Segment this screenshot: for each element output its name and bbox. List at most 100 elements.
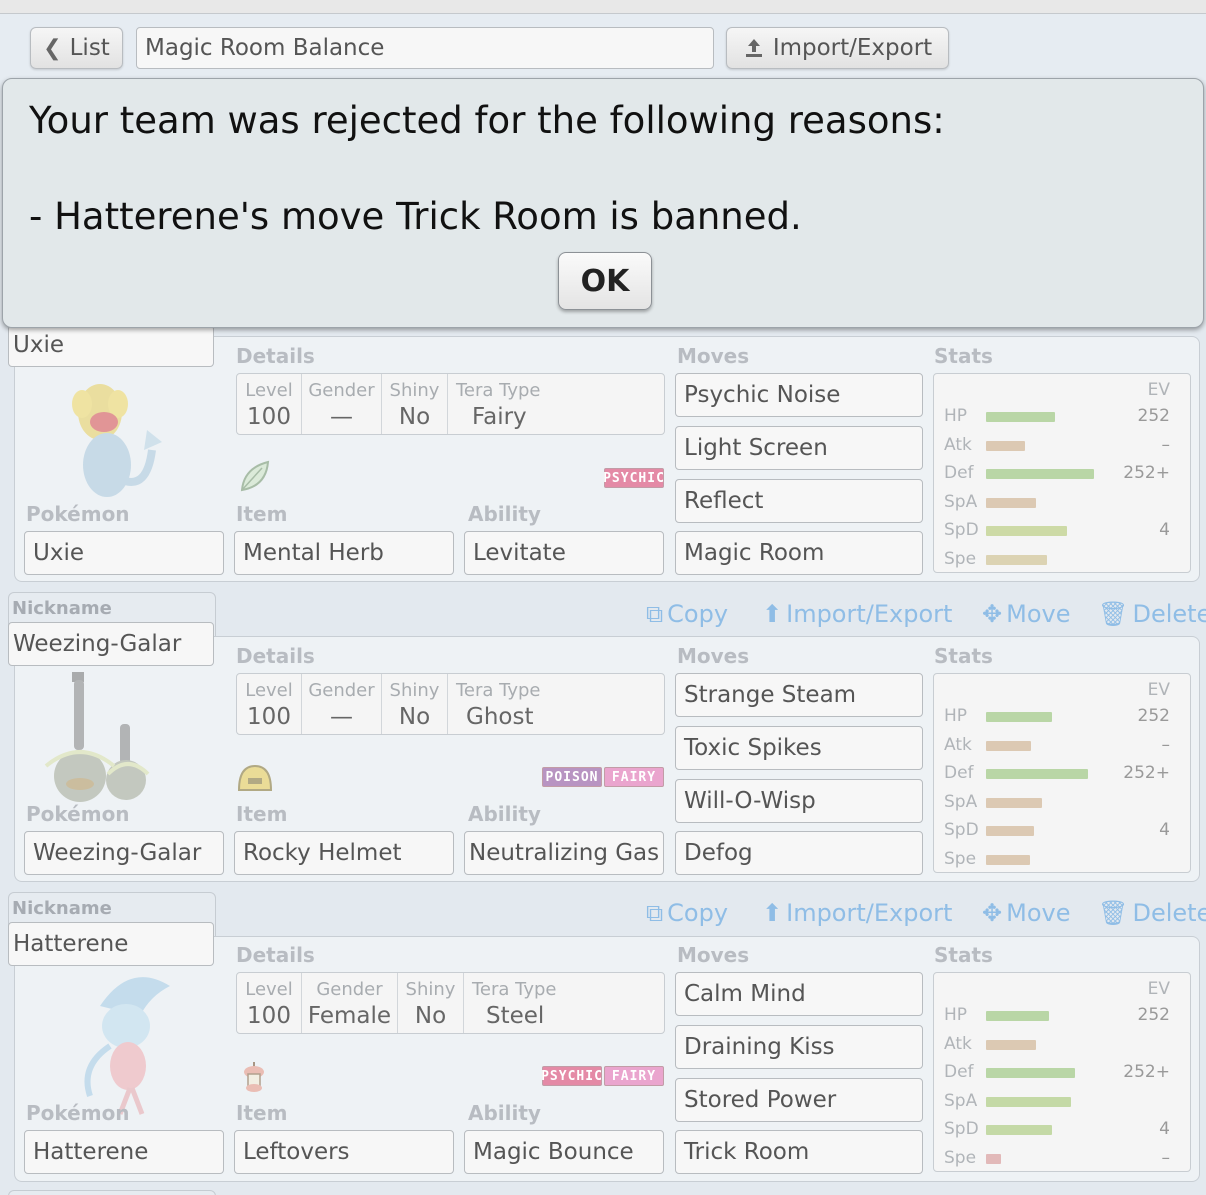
upload-icon: ⬆ <box>762 600 783 628</box>
shiny-label: Shiny <box>389 380 440 401</box>
item-heading: Item <box>236 1101 288 1125</box>
move-input-2-uxie[interactable]: Light Screen <box>675 426 923 470</box>
species-value: Weezing-Galar <box>33 840 202 866</box>
copy-button[interactable]: ⧉ Copy <box>646 899 728 927</box>
stat-bar <box>986 1125 1052 1135</box>
stat-row-def: Def 252+ <box>940 463 1190 485</box>
nickname-input-weezing[interactable]: Weezing-Galar <box>8 622 214 666</box>
stat-row-spe: Spe <box>940 549 1190 571</box>
stat-bar <box>986 440 1025 451</box>
details-heading: Details <box>236 644 315 668</box>
level-value: 100 <box>247 704 291 730</box>
stat-bar <box>986 826 1034 836</box>
stats-heading: Stats <box>934 943 993 967</box>
details-box-uxie[interactable]: Level 100 Gender — Shiny No Tera Type Fairy <box>236 373 665 435</box>
pokemon-heading: Pokémon <box>26 1101 130 1125</box>
copy-label: Copy <box>667 600 729 628</box>
ability-input-uxie[interactable]: Levitate <box>464 531 664 575</box>
stats-box-hatterene[interactable]: EV HP 252 Atk Def 252+ SpA SpD 4 Spe – <box>933 972 1191 1172</box>
item-input-hatterene[interactable]: Leftovers <box>234 1130 454 1174</box>
shiny-value: No <box>398 404 431 430</box>
stats-box-weezing[interactable]: EV HP 252 Atk – Def 252+ SpA SpD 4 Spe <box>933 673 1191 873</box>
gender-label: Gender <box>316 979 383 1000</box>
nickname-value: Uxie <box>13 332 64 358</box>
stat-name: Atk <box>944 1033 972 1054</box>
move-input-2-weezing[interactable]: Toxic Spikes <box>675 726 923 770</box>
nickname-label: Nickname <box>12 898 112 919</box>
species-input-uxie[interactable]: Uxie <box>24 531 224 575</box>
copy-button[interactable]: ⧉ Copy <box>646 600 728 628</box>
stat-bar <box>986 412 1055 422</box>
stat-name: Def <box>944 463 974 483</box>
move-value: Psychic Noise <box>684 382 841 408</box>
item-heading: Item <box>236 802 288 826</box>
delete-button[interactable]: 🗑 Delete <box>1098 899 1206 927</box>
dialog-message-line-2: - Hatterene's move Trick Room is banned. <box>29 195 802 238</box>
move-input-4-uxie[interactable]: Magic Room <box>675 531 923 575</box>
stat-ev: – <box>1161 734 1171 755</box>
move-input-1-uxie[interactable]: Psychic Noise <box>675 373 923 417</box>
move-input-3-weezing[interactable]: Will-O-Wisp <box>675 779 923 823</box>
nickname-input-hatterene[interactable]: Hatterene <box>8 922 214 966</box>
dialog-message-line-1: Your team was rejected for the following… <box>29 99 945 142</box>
upload-icon: ⬆ <box>762 899 783 927</box>
team-import-export-button[interactable]: Import/Export <box>726 27 949 69</box>
stat-row-hp: HP 252 <box>940 1005 1190 1027</box>
tera-type-label: Tera Type <box>472 979 557 1000</box>
stat-name: SpA <box>944 791 978 812</box>
details-box-hatterene[interactable]: Level 100 Gender Female Shiny No Tera Type S… <box>236 972 665 1034</box>
stat-bar <box>986 1153 1001 1164</box>
move-input-3-hatterene[interactable]: Stored Power <box>675 1078 923 1122</box>
delete-button[interactable]: 🗑 Delete <box>1098 600 1206 628</box>
move-input-2-hatterene[interactable]: Draining Kiss <box>675 1025 923 1069</box>
item-value: Leftovers <box>243 1139 350 1165</box>
stat-ev: 252 <box>1137 706 1170 726</box>
tera-type-label: Tera Type <box>456 380 541 401</box>
move-input-1-weezing[interactable]: Strange Steam <box>675 673 923 717</box>
rocky-helmet-icon <box>236 760 274 798</box>
team-name-input[interactable]: Magic Room Balance <box>136 27 714 69</box>
move-value: Draining Kiss <box>684 1034 835 1060</box>
team-import-export-label: Import/Export <box>772 35 933 61</box>
species-input-hatterene[interactable]: Hatterene <box>24 1130 224 1174</box>
move-input-1-hatterene[interactable]: Calm Mind <box>675 972 923 1016</box>
stat-row-atk: Atk – <box>940 435 1190 457</box>
stat-bar <box>986 1039 1036 1050</box>
copy-icon: ⧉ <box>646 899 664 927</box>
stats-heading: Stats <box>934 644 993 668</box>
gender-value: — <box>330 404 353 430</box>
shiny-label: Shiny <box>405 979 456 1000</box>
level-label: Level <box>245 979 293 1000</box>
move-input-3-uxie[interactable]: Reflect <box>675 479 923 523</box>
item-value: Rocky Helmet <box>243 840 402 866</box>
ability-input-hatterene[interactable]: Magic Bounce <box>464 1130 664 1174</box>
stat-ev: – <box>1161 1147 1171 1168</box>
shiny-value: No <box>414 1003 447 1029</box>
tera-type-value: Fairy <box>472 404 527 430</box>
details-box-weezing[interactable]: Level 100 Gender — Shiny No Tera Type Ghost <box>236 673 665 735</box>
ok-button[interactable]: OK <box>558 252 652 310</box>
stats-box-uxie[interactable]: EV HP 252 Atk – Def 252+ SpA SpD 4 Spe <box>933 373 1191 573</box>
ability-input-weezing[interactable]: Neutralizing Gas <box>464 831 664 875</box>
gender-value: Female <box>307 1003 392 1029</box>
list-button[interactable]: ❮ List <box>30 27 123 69</box>
item-input-weezing[interactable]: Rocky Helmet <box>234 831 454 875</box>
stat-row-spa: SpA <box>940 1091 1190 1113</box>
nickname-input-uxie[interactable]: Uxie <box>8 325 214 367</box>
move-button[interactable]: ✥ Move <box>982 899 1070 927</box>
import-export-label: Import/Export <box>786 600 953 628</box>
stat-row-hp: HP 252 <box>940 706 1190 728</box>
move-value: Light Screen <box>684 435 828 461</box>
species-input-weezing[interactable]: Weezing-Galar <box>24 831 224 875</box>
import-export-button[interactable]: ⬆ Import/Export <box>762 899 952 927</box>
import-export-button[interactable]: ⬆ Import/Export <box>762 600 952 628</box>
move-input-4-weezing[interactable]: Defog <box>675 831 923 875</box>
move-button[interactable]: ✥ Move <box>982 600 1070 628</box>
stat-ev: 4 <box>1159 820 1170 840</box>
stat-name: SpA <box>944 491 978 512</box>
item-input-uxie[interactable]: Mental Herb <box>234 531 454 575</box>
stat-row-def: Def 252+ <box>940 763 1190 785</box>
stat-row-spd: SpD 4 <box>940 1119 1190 1141</box>
move-input-4-hatterene[interactable]: Trick Room <box>675 1130 923 1174</box>
ability-heading: Ability <box>468 1101 541 1125</box>
